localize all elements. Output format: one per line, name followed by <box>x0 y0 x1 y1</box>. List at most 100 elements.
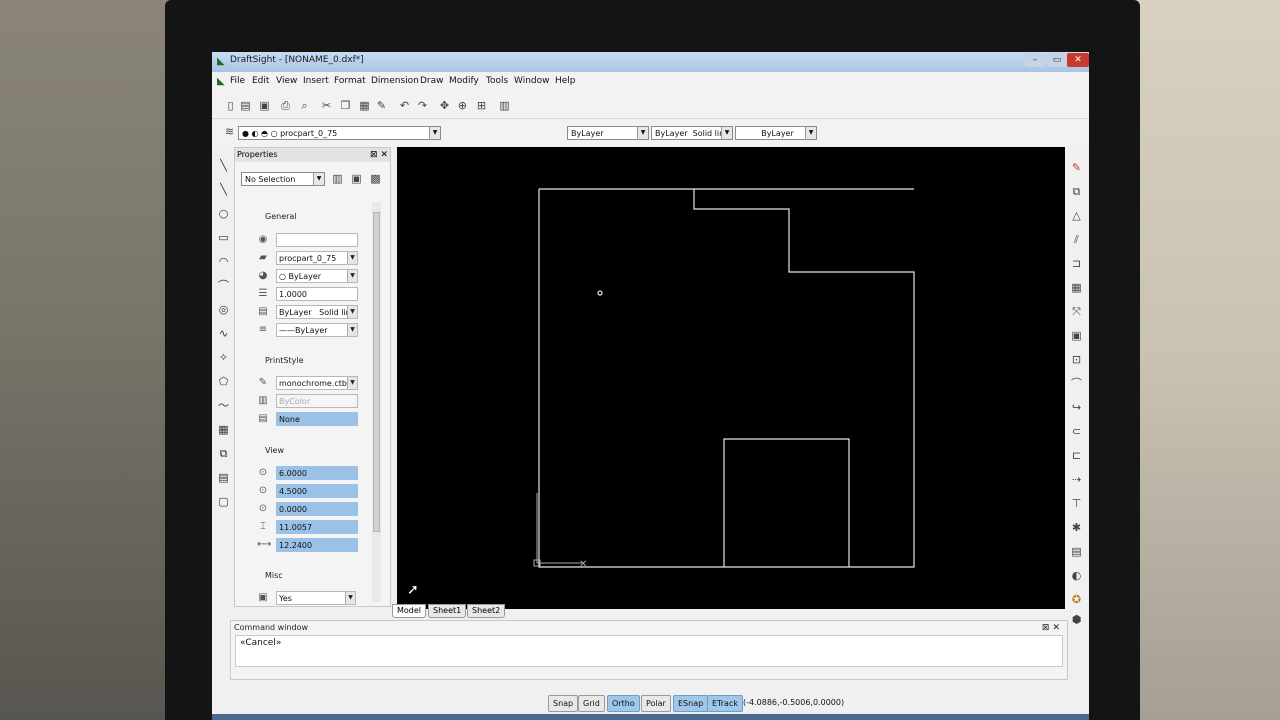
ortho-toggle[interactable]: Ortho <box>607 695 640 712</box>
new-icon[interactable]: ▯ <box>224 99 237 112</box>
menu-edit[interactable]: Edit <box>252 76 269 86</box>
maximize-button[interactable]: ▭ <box>1047 53 1067 67</box>
table-icon[interactable]: ▤ <box>217 471 230 484</box>
menu-format[interactable]: Format <box>334 76 366 86</box>
color-dropdown[interactable]: ByLayer ▼ <box>567 126 649 140</box>
circle-icon[interactable]: ○ <box>217 207 230 220</box>
select-objects-icon[interactable]: ▣ <box>350 172 363 185</box>
command-window-controls[interactable]: ⊠✕ <box>1042 623 1063 633</box>
infinite-line-icon[interactable]: ╲ <box>217 183 230 196</box>
linestyle-dropdown[interactable]: ByLayer Solid line ▼ <box>651 126 733 140</box>
print-icon[interactable]: ⎙ <box>279 99 292 112</box>
grid-toggle[interactable]: Grid <box>578 695 605 712</box>
prop-center-z-field[interactable]: 0.0000 <box>276 502 358 516</box>
tab-model[interactable]: Model <box>392 604 427 618</box>
prop-width-field[interactable]: 12.2400 <box>276 538 358 552</box>
menu-draw[interactable]: Draw <box>420 76 444 86</box>
prop-center-y-field[interactable]: 4.5000 <box>276 484 358 498</box>
prop-center-x-field[interactable]: 6.0000 <box>276 466 358 480</box>
undo-icon[interactable]: ↶ <box>398 99 411 112</box>
zoom-realtime-icon[interactable]: ⊕ <box>456 99 469 112</box>
scale-icon[interactable]: ⊡ <box>1070 353 1083 366</box>
menu-view[interactable]: View <box>276 76 297 86</box>
prop-scale-field[interactable]: 1.0000 <box>276 287 358 301</box>
menu-window[interactable]: Window <box>514 76 550 86</box>
menu-help[interactable]: Help <box>555 76 576 86</box>
prop-bylayer-field[interactable]: ○ ByLayer ▼ <box>276 269 358 283</box>
copy-icon[interactable]: ❐ <box>339 99 352 112</box>
rotate-icon[interactable]: ▣ <box>1070 329 1083 342</box>
block-icon[interactable]: ⧉ <box>217 447 230 460</box>
quick-select-icon[interactable]: ▥ <box>331 172 344 185</box>
layer-dropdown[interactable]: ● ◐ ◓ ○ procpart_0_75 ▼ <box>238 126 441 140</box>
prop-misc-field[interactable]: Yes ▼ <box>276 591 356 605</box>
etrack-toggle[interactable]: ETrack <box>707 695 743 712</box>
save-icon[interactable]: ▣ <box>258 99 271 112</box>
prop-color-field[interactable] <box>276 233 358 247</box>
esnap-toggle[interactable]: ESnap <box>673 695 709 712</box>
freehand-icon[interactable]: 〜 <box>217 399 230 412</box>
minimize-button[interactable]: – <box>1025 53 1045 67</box>
menu-modify[interactable]: Modify <box>449 76 479 86</box>
copy-entity-icon[interactable]: ⧉ <box>1070 185 1083 198</box>
properties-scrollbar[interactable] <box>372 202 381 602</box>
point-icon[interactable]: ✧ <box>217 351 230 364</box>
print-preview-icon[interactable]: ⌕ <box>298 99 311 112</box>
erase-icon[interactable]: ✎ <box>1070 161 1083 174</box>
ellipse-icon[interactable]: ◎ <box>217 303 230 316</box>
menu-tools[interactable]: Tools <box>486 76 508 86</box>
prop-layer-field[interactable]: procpart_0_75 ▼ <box>276 251 358 265</box>
match-properties-icon[interactable]: ✎ <box>375 99 388 112</box>
close-panel-icon[interactable]: ⊠ ✕ <box>370 148 388 162</box>
menu-file[interactable]: File <box>230 76 245 86</box>
pattern-icon[interactable]: ⊐ <box>1070 257 1083 270</box>
hatch-icon[interactable]: ▦ <box>217 423 230 436</box>
zoom-window-icon[interactable]: ⊞ <box>475 99 488 112</box>
edit-icon[interactable]: ✪ <box>1070 593 1083 606</box>
prop-height-field[interactable]: 11.0057 <box>276 520 358 534</box>
toggle-pickadd-icon[interactable]: ▩ <box>369 172 382 185</box>
paint-bucket-icon[interactable]: ⬢ <box>1070 613 1083 626</box>
line-icon[interactable]: ╲ <box>217 159 230 172</box>
redo-icon[interactable]: ↷ <box>416 99 429 112</box>
properties-icon[interactable]: ▥ <box>498 99 511 112</box>
open-icon[interactable]: ▤ <box>239 99 252 112</box>
prop-none-field[interactable]: None <box>276 412 358 426</box>
paste-icon[interactable]: ▦ <box>358 99 371 112</box>
tab-sheet1[interactable]: Sheet1 <box>428 604 467 618</box>
rectangle-icon[interactable]: ▭ <box>217 231 230 244</box>
snap-toggle[interactable]: Snap <box>548 695 579 712</box>
menu-insert[interactable]: Insert <box>303 76 329 86</box>
explode-icon[interactable]: ◐ <box>1070 569 1083 582</box>
fillet-icon[interactable]: ▤ <box>1070 545 1083 558</box>
spline-icon[interactable]: ∿ <box>217 327 230 340</box>
array-icon[interactable]: ▦ <box>1070 281 1083 294</box>
join-icon[interactable]: ⊤ <box>1070 497 1083 510</box>
scrollbar-thumb[interactable] <box>373 212 380 532</box>
offset-icon[interactable]: ⫽ <box>1070 233 1083 246</box>
menu-dimension[interactable]: Dimension <box>371 76 419 86</box>
trim-icon[interactable]: ⊂ <box>1070 425 1083 438</box>
mirror-icon[interactable]: △ <box>1070 209 1083 222</box>
tab-sheet2[interactable]: Sheet2 <box>467 604 506 618</box>
close-button[interactable]: ✕ <box>1067 53 1089 67</box>
command-output[interactable]: «Cancel» <box>235 635 1063 667</box>
layer-manager-icon[interactable]: ≋ <box>223 125 236 138</box>
arc-icon[interactable]: ◠ <box>217 255 230 268</box>
cut-icon[interactable]: ✂ <box>320 99 333 112</box>
polygon-icon[interactable]: ⬠ <box>217 375 230 388</box>
chamfer-icon[interactable]: ✱ <box>1070 521 1083 534</box>
lengthen-icon[interactable]: ↪ <box>1070 401 1083 414</box>
selection-dropdown[interactable]: No Selection ▼ <box>241 172 325 186</box>
note-icon[interactable]: ▢ <box>217 495 230 508</box>
polar-toggle[interactable]: Polar <box>641 695 671 712</box>
polyline-icon[interactable]: ⌒ <box>217 279 230 292</box>
drawing-canvas[interactable]: ✕ ➚ <box>397 147 1065 609</box>
prop-printstyle-table-field[interactable]: monochrome.ctb ▼ <box>276 376 358 390</box>
pan-icon[interactable]: ✥ <box>438 99 451 112</box>
prop-linestyle-field[interactable]: ByLayer Solid line ▼ <box>276 305 358 319</box>
lineweight-dropdown[interactable]: ByLayer ▼ <box>735 126 817 140</box>
prop-lineweight-field[interactable]: ——ByLayer ▼ <box>276 323 358 337</box>
stretch-icon[interactable]: ⌒ <box>1070 377 1083 390</box>
move-icon[interactable]: ⤧ <box>1070 305 1083 318</box>
